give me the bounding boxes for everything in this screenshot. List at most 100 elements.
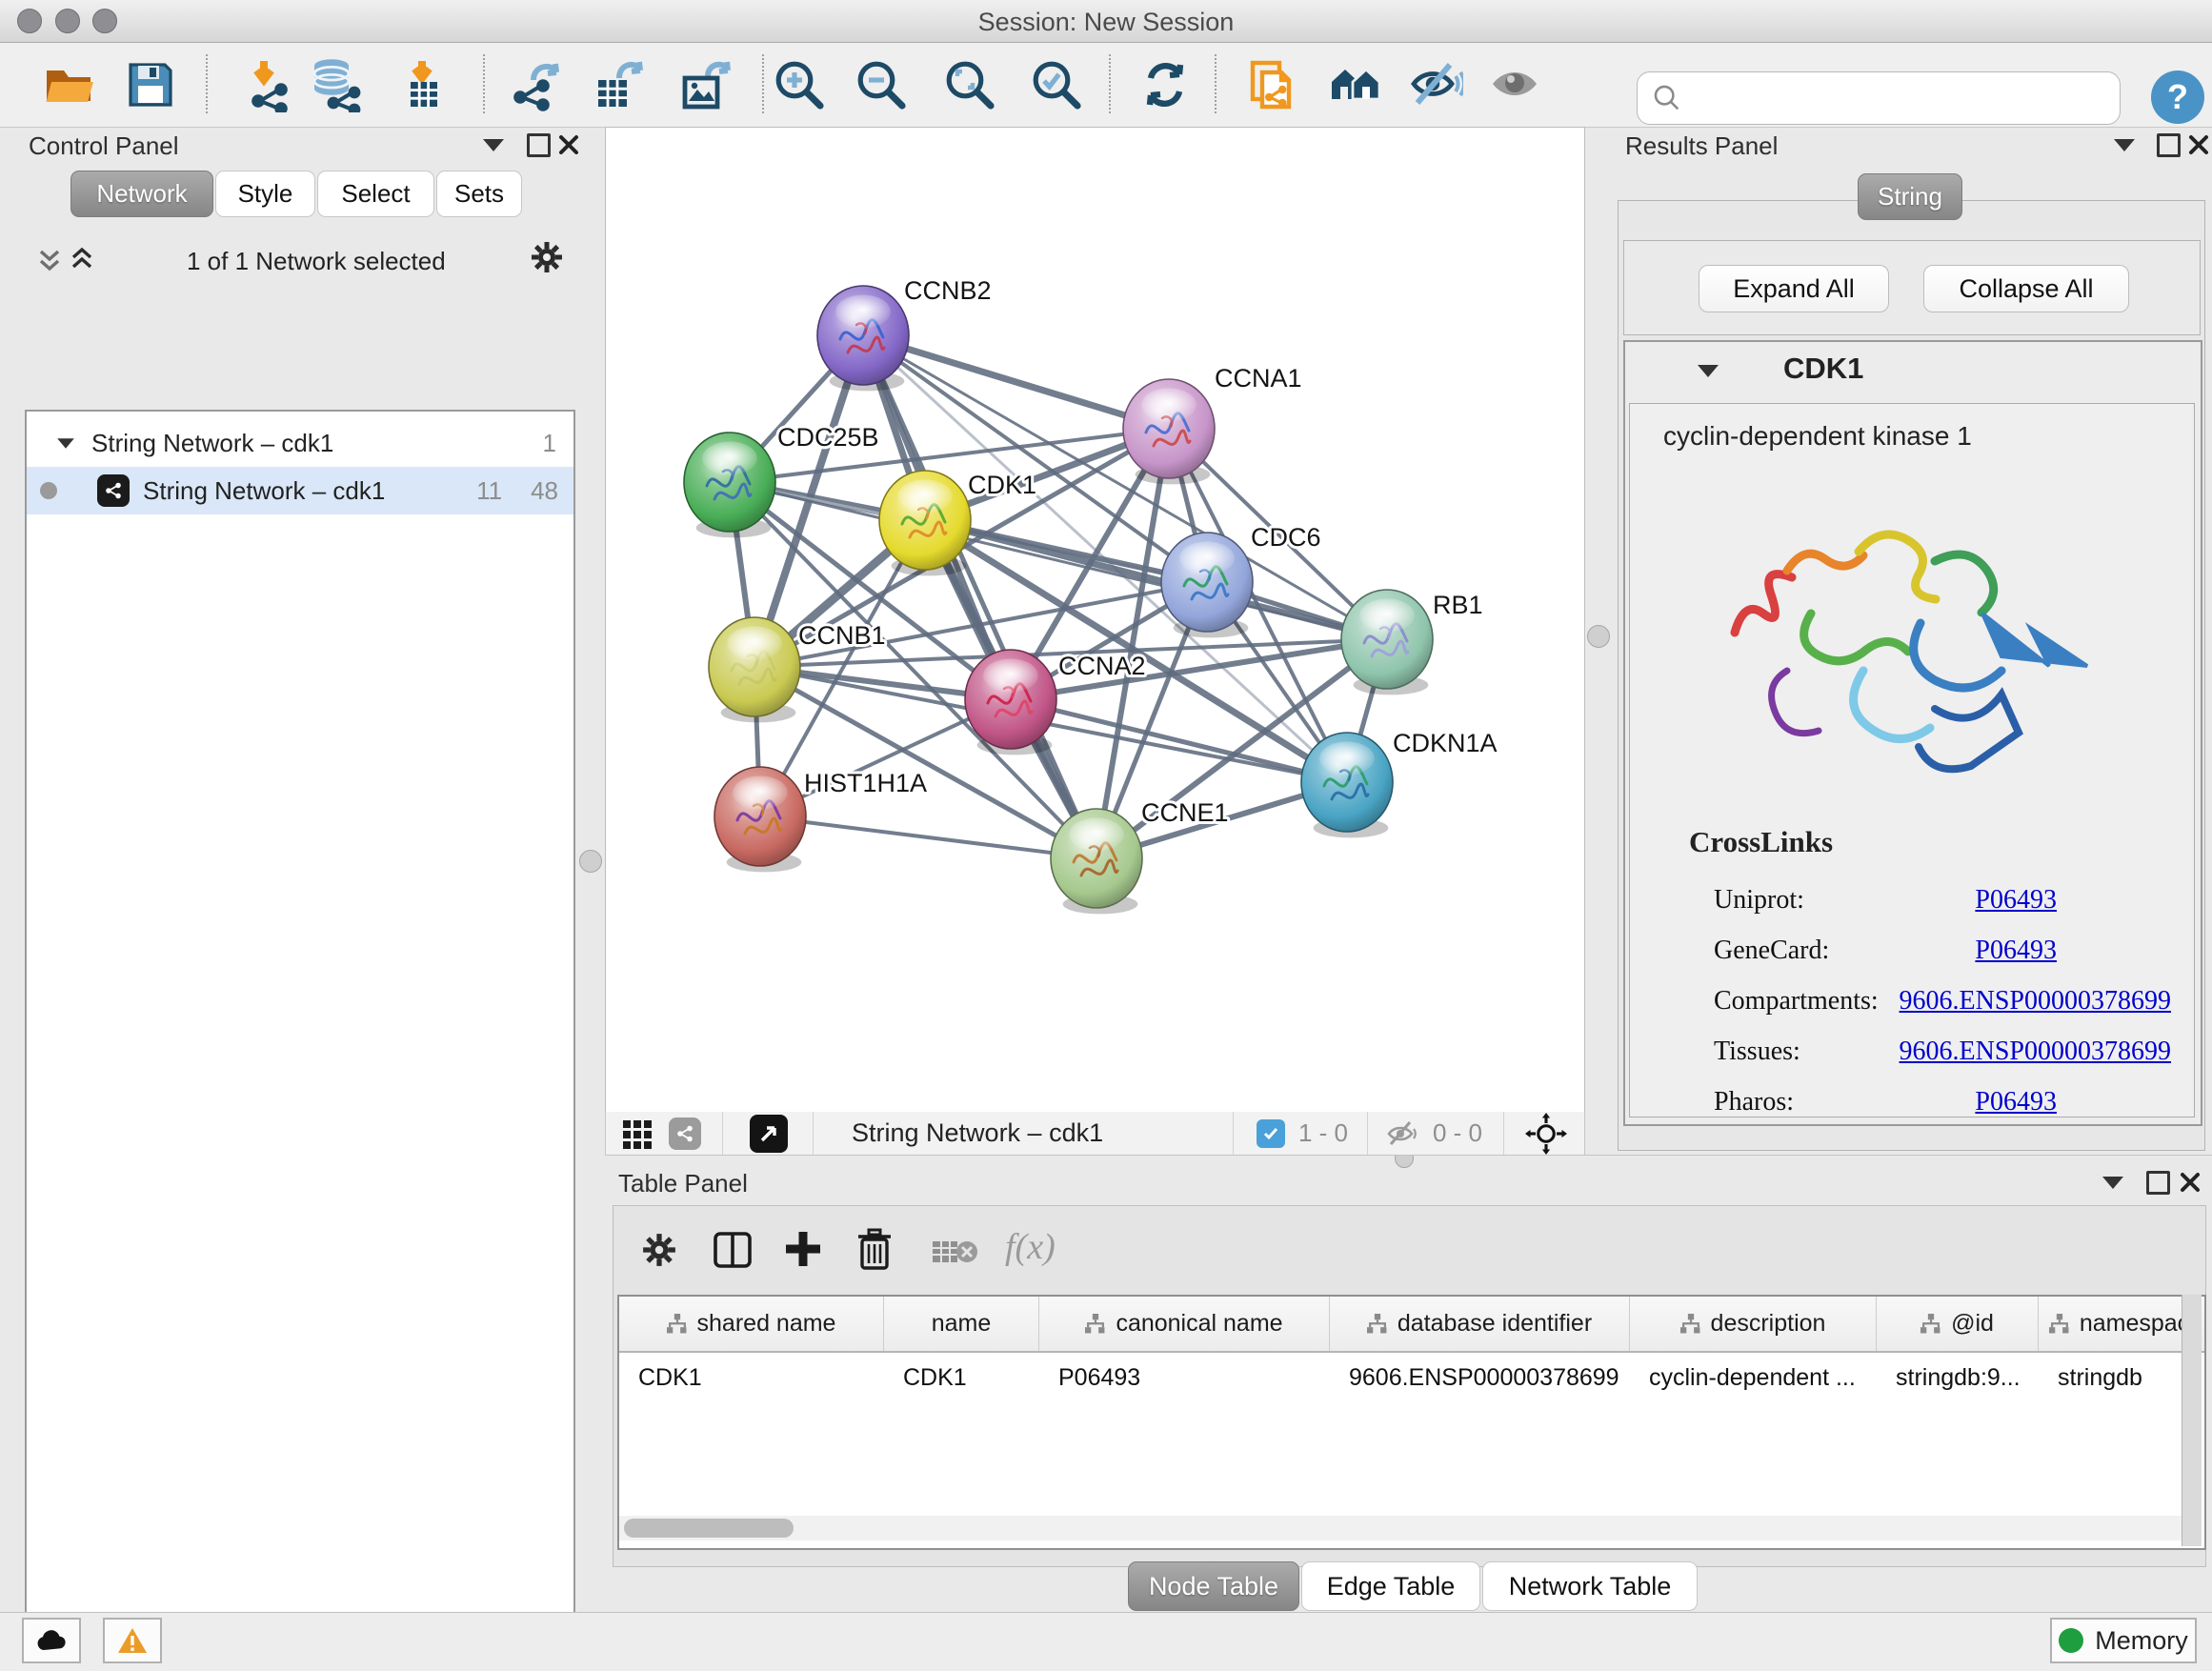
collapse-all-icon[interactable] [36,244,63,274]
zoom-selected-icon[interactable] [1028,54,1085,115]
expand-all-button[interactable]: Expand All [1699,265,1889,312]
zoom-out-icon[interactable] [853,54,910,115]
create-column-plus-icon[interactable] [782,1228,824,1270]
column-header-namespac[interactable]: namespac [2039,1297,2201,1351]
table-gear-icon[interactable] [641,1232,677,1268]
network-node[interactable] [817,286,909,391]
delete-column-trash-icon[interactable] [855,1228,895,1272]
network-row-selected[interactable]: String Network – cdk1 11 48 [27,467,573,514]
zoom-in-icon[interactable] [771,54,828,115]
warnings-button[interactable] [103,1618,162,1663]
maximize-panel-icon[interactable] [527,133,551,157]
collection-label: String Network – cdk1 [91,429,333,458]
open-session-icon[interactable] [40,54,97,115]
column-header-description[interactable]: description [1630,1297,1877,1351]
network-tree: String Network – cdk1 1 String Network –… [25,410,575,1671]
grid-view-icon[interactable] [621,1117,655,1151]
network-node[interactable] [714,767,806,872]
toolbar-search-input[interactable] [1637,71,2121,125]
network-node[interactable] [1051,809,1142,914]
gene-collapse-icon[interactable] [1698,365,1719,377]
float-panel-icon[interactable] [483,139,504,151]
tab-network-table[interactable]: Network Table [1482,1561,1698,1611]
export-network-icon[interactable] [506,54,563,115]
network-edge[interactable] [760,816,1096,858]
cytoscape-window: Session: New Session [0,0,2212,1671]
selected-checkbox-icon[interactable] [1257,1119,1285,1148]
tab-sets[interactable]: Sets [436,171,522,217]
column-header-name[interactable]: name [884,1297,1039,1351]
maximize-panel-icon[interactable] [2157,133,2181,157]
table-header-row: shared namenamecanonical namedatabase id… [619,1297,2204,1353]
network-collection-row[interactable]: String Network – cdk1 1 [27,419,573,467]
import-network-database-icon[interactable] [308,54,365,115]
float-panel-icon[interactable] [2114,139,2135,151]
save-session-icon[interactable] [122,54,179,115]
tab-style[interactable]: Style [215,171,315,217]
expand-all-icon[interactable] [69,244,95,274]
column-header-shared-name[interactable]: shared name [619,1297,884,1351]
network-node[interactable] [684,433,775,537]
crosslink-value-link[interactable]: 9606.ENSP00000378699 [1900,986,2171,1017]
gene-entry-detail: cyclin-dependent kinase 1 [1629,403,2195,1117]
results-panel-title: Results Panel [1625,131,1778,161]
table-cell: P06493 [1039,1353,1330,1402]
column-header-database-identifier[interactable]: database identifier [1330,1297,1630,1351]
close-panel-icon[interactable] [557,133,580,156]
collection-expand-icon[interactable] [57,438,74,448]
tab-select[interactable]: Select [317,171,434,217]
hide-selected-icon[interactable] [1407,54,1464,115]
export-table-icon[interactable] [588,54,645,115]
network-node[interactable] [1301,733,1393,837]
control-panel-title: Control Panel [29,131,179,161]
network-canvas[interactable]: CCNB2CCNA1CDC25BCDK1CDC6RB1CCNB1CCNA2CDK… [605,127,1585,1113]
network-node[interactable] [709,617,800,722]
close-panel-icon[interactable] [2187,133,2210,156]
tab-edge-table[interactable]: Edge Table [1301,1561,1480,1611]
duplicate-network-icon[interactable] [1240,54,1297,115]
network-thumbnail-icon[interactable] [669,1117,701,1150]
crosslink-value-link[interactable]: P06493 [1975,1087,2057,1117]
table-row[interactable]: CDK1CDK1P064939606.ENSP00000378699cyclin… [619,1353,2204,1402]
column-header-canonical-name[interactable]: canonical name [1039,1297,1330,1351]
table-cell: CDK1 [884,1353,1039,1402]
hscrollbar-thumb[interactable] [624,1519,794,1538]
network-node[interactable] [1123,379,1215,484]
birds-eye-view-icon[interactable] [750,1115,788,1153]
network-node-label: CDC25B [777,423,879,452]
refresh-layout-icon[interactable] [1136,54,1194,115]
help-button[interactable]: ? [2151,70,2204,124]
first-neighbors-icon[interactable] [1327,54,1384,115]
collapse-all-button[interactable]: Collapse All [1923,265,2129,312]
export-image-icon[interactable] [674,54,732,115]
gene-description: cyclin-dependent kinase 1 [1663,421,1972,452]
float-panel-icon[interactable] [2102,1177,2123,1189]
tab-network[interactable]: Network [70,171,213,217]
table-vscrollbar[interactable] [2182,1295,2202,1546]
crosslink-value-link[interactable]: 9606.ENSP00000378699 [1900,1037,2171,1067]
column-header--id[interactable]: @id [1877,1297,2039,1351]
network-options-gear-icon[interactable] [530,240,564,274]
right-splitter-handle[interactable] [1587,625,1610,648]
left-splitter-handle[interactable] [579,850,602,873]
crosslink-value-link[interactable]: P06493 [1975,936,2057,966]
tab-string[interactable]: String [1858,173,1962,220]
maximize-panel-icon[interactable] [2146,1171,2170,1195]
fit-content-crosshair-icon[interactable] [1523,1113,1569,1155]
show-columns-icon[interactable] [712,1230,754,1270]
close-panel-icon[interactable] [2179,1171,2202,1194]
crosslink-value-link[interactable]: P06493 [1975,885,2057,916]
memory-button[interactable]: Memory [2050,1618,2197,1663]
table-panel: Table Panel f(x) shared namenamecanonica… [605,1155,2212,1613]
zoom-fit-icon[interactable] [941,54,998,115]
network-edge[interactable] [863,335,1169,429]
footer-separator [813,1112,814,1156]
import-table-icon[interactable] [394,54,452,115]
import-network-file-icon[interactable] [238,54,295,115]
show-all-icon[interactable] [1486,54,1543,115]
table-hscrollbar[interactable] [619,1516,2182,1540]
network-node[interactable] [879,471,971,575]
network-node[interactable] [1341,590,1433,695]
cloud-status-button[interactable] [22,1618,81,1663]
tab-node-table[interactable]: Node Table [1128,1561,1299,1611]
